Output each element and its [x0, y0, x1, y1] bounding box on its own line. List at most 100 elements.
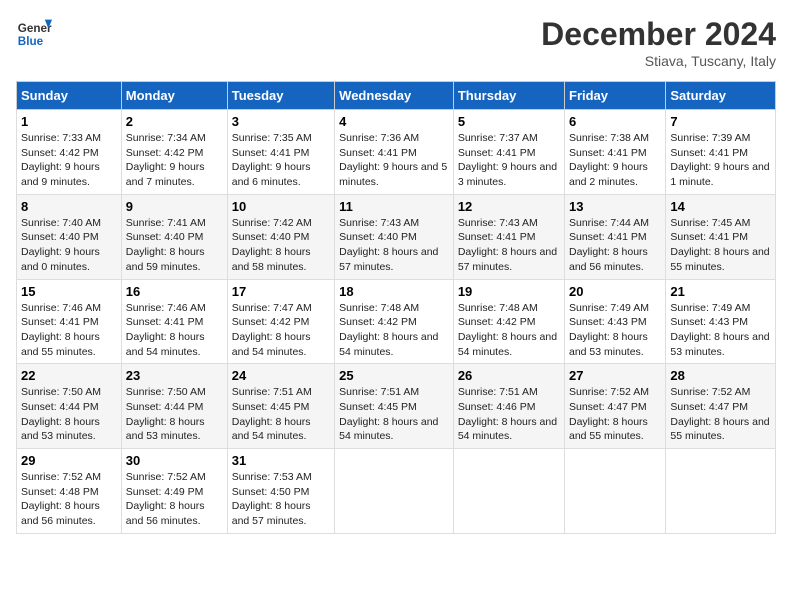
day-cell: 4 Sunrise: 7:36 AMSunset: 4:41 PMDaylight… — [335, 110, 454, 195]
day-info: Sunrise: 7:50 AMSunset: 4:44 PMDaylight:… — [126, 385, 223, 444]
day-cell: 27 Sunrise: 7:52 AMSunset: 4:47 PMDayligh… — [565, 364, 666, 449]
day-cell: 9 Sunrise: 7:41 AMSunset: 4:40 PMDaylight… — [121, 194, 227, 279]
day-info: Sunrise: 7:52 AMSunset: 4:47 PMDaylight:… — [569, 385, 661, 444]
day-info: Sunrise: 7:43 AMSunset: 4:41 PMDaylight:… — [458, 216, 560, 275]
day-info: Sunrise: 7:44 AMSunset: 4:41 PMDaylight:… — [569, 216, 661, 275]
day-info: Sunrise: 7:46 AMSunset: 4:41 PMDaylight:… — [21, 301, 117, 360]
day-cell — [666, 449, 776, 534]
day-cell: 30 Sunrise: 7:52 AMSunset: 4:49 PMDayligh… — [121, 449, 227, 534]
day-cell: 19Sunrise: 7:48 AMSunset: 4:42 PMDayligh… — [453, 279, 564, 364]
day-number: 12 — [458, 199, 560, 214]
day-number: 11 — [339, 199, 449, 214]
day-info: Sunrise: 7:36 AMSunset: 4:41 PMDaylight:… — [339, 131, 449, 190]
day-cell: 8 Sunrise: 7:40 AMSunset: 4:40 PMDaylight… — [17, 194, 122, 279]
week-row-4: 22 Sunrise: 7:50 AMSunset: 4:44 PMDayligh… — [17, 364, 776, 449]
day-info: Sunrise: 7:52 AMSunset: 4:49 PMDaylight:… — [126, 470, 223, 529]
day-info: Sunrise: 7:34 AMSunset: 4:42 PMDaylight:… — [126, 131, 223, 190]
day-cell: 18 Sunrise: 7:48 AMSunset: 4:42 PMDayligh… — [335, 279, 454, 364]
day-number: 10 — [232, 199, 330, 214]
day-number: 8 — [21, 199, 117, 214]
header-cell-wednesday: Wednesday — [335, 82, 454, 110]
day-cell: 13 Sunrise: 7:44 AMSunset: 4:41 PMDayligh… — [565, 194, 666, 279]
day-info: Sunrise: 7:38 AMSunset: 4:41 PMDaylight:… — [569, 131, 661, 190]
day-number: 4 — [339, 114, 449, 129]
day-cell: 26Sunrise: 7:51 AMSunset: 4:46 PMDayligh… — [453, 364, 564, 449]
day-info: Sunrise: 7:39 AMSunset: 4:41 PMDaylight:… — [670, 131, 771, 190]
header: General Blue December 2024 Stiava, Tusca… — [16, 16, 776, 69]
day-number: 6 — [569, 114, 661, 129]
day-info: Sunrise: 7:43 AMSunset: 4:40 PMDaylight:… — [339, 216, 449, 275]
day-cell: 2Sunrise: 7:34 AMSunset: 4:42 PMDaylight… — [121, 110, 227, 195]
svg-text:Blue: Blue — [18, 35, 44, 48]
day-number: 7 — [670, 114, 771, 129]
day-number: 5 — [458, 114, 560, 129]
day-cell: 3 Sunrise: 7:35 AMSunset: 4:41 PMDaylight… — [227, 110, 334, 195]
day-info: Sunrise: 7:42 AMSunset: 4:40 PMDaylight:… — [232, 216, 330, 275]
day-number: 29 — [21, 453, 117, 468]
day-number: 13 — [569, 199, 661, 214]
day-cell: 10 Sunrise: 7:42 AMSunset: 4:40 PMDayligh… — [227, 194, 334, 279]
day-cell: 28Sunrise: 7:52 AMSunset: 4:47 PMDayligh… — [666, 364, 776, 449]
day-info: Sunrise: 7:53 AMSunset: 4:50 PMDaylight:… — [232, 470, 330, 529]
header-cell-thursday: Thursday — [453, 82, 564, 110]
day-number: 9 — [126, 199, 223, 214]
day-info: Sunrise: 7:52 AMSunset: 4:47 PMDaylight:… — [670, 385, 771, 444]
calendar-table: SundayMondayTuesdayWednesdayThursdayFrid… — [16, 81, 776, 534]
day-number: 27 — [569, 368, 661, 383]
day-cell: 1 Sunrise: 7:33 AMSunset: 4:42 PMDaylight… — [17, 110, 122, 195]
day-number: 20 — [569, 284, 661, 299]
title-area: December 2024 Stiava, Tuscany, Italy — [541, 16, 776, 69]
day-info: Sunrise: 7:41 AMSunset: 4:40 PMDaylight:… — [126, 216, 223, 275]
week-row-3: 15 Sunrise: 7:46 AMSunset: 4:41 PMDayligh… — [17, 279, 776, 364]
day-cell: 11 Sunrise: 7:43 AMSunset: 4:40 PMDayligh… — [335, 194, 454, 279]
day-info: Sunrise: 7:47 AMSunset: 4:42 PMDaylight:… — [232, 301, 330, 360]
day-number: 21 — [670, 284, 771, 299]
day-cell: 7 Sunrise: 7:39 AMSunset: 4:41 PMDaylight… — [666, 110, 776, 195]
day-cell: 22Sunrise: 7:50 AMSunset: 4:44 PMDayligh… — [17, 364, 122, 449]
day-cell: 31Sunrise: 7:53 AMSunset: 4:50 PMDayligh… — [227, 449, 334, 534]
day-info: Sunrise: 7:49 AMSunset: 4:43 PMDaylight:… — [670, 301, 771, 360]
day-info: Sunrise: 7:51 AMSunset: 4:45 PMDaylight:… — [339, 385, 449, 444]
day-cell: 14Sunrise: 7:45 AMSunset: 4:41 PMDayligh… — [666, 194, 776, 279]
subtitle: Stiava, Tuscany, Italy — [541, 53, 776, 69]
day-info: Sunrise: 7:35 AMSunset: 4:41 PMDaylight:… — [232, 131, 330, 190]
day-cell: 12 Sunrise: 7:43 AMSunset: 4:41 PMDayligh… — [453, 194, 564, 279]
day-number: 30 — [126, 453, 223, 468]
day-cell: 15 Sunrise: 7:46 AMSunset: 4:41 PMDayligh… — [17, 279, 122, 364]
day-info: Sunrise: 7:46 AMSunset: 4:41 PMDaylight:… — [126, 301, 223, 360]
day-cell: 6 Sunrise: 7:38 AMSunset: 4:41 PMDaylight… — [565, 110, 666, 195]
day-info: Sunrise: 7:45 AMSunset: 4:41 PMDaylight:… — [670, 216, 771, 275]
day-cell: 5Sunrise: 7:37 AMSunset: 4:41 PMDaylight… — [453, 110, 564, 195]
day-cell: 20 Sunrise: 7:49 AMSunset: 4:43 PMDayligh… — [565, 279, 666, 364]
logo: General Blue — [16, 16, 52, 52]
day-cell: 23 Sunrise: 7:50 AMSunset: 4:44 PMDayligh… — [121, 364, 227, 449]
day-cell: 16 Sunrise: 7:46 AMSunset: 4:41 PMDayligh… — [121, 279, 227, 364]
day-number: 3 — [232, 114, 330, 129]
day-number: 23 — [126, 368, 223, 383]
day-info: Sunrise: 7:49 AMSunset: 4:43 PMDaylight:… — [569, 301, 661, 360]
day-number: 15 — [21, 284, 117, 299]
day-cell — [565, 449, 666, 534]
day-info: Sunrise: 7:51 AMSunset: 4:46 PMDaylight:… — [458, 385, 560, 444]
day-info: Sunrise: 7:48 AMSunset: 4:42 PMDaylight:… — [339, 301, 449, 360]
week-row-1: 1 Sunrise: 7:33 AMSunset: 4:42 PMDaylight… — [17, 110, 776, 195]
day-number: 1 — [21, 114, 117, 129]
logo-icon: General Blue — [16, 16, 52, 52]
day-number: 22 — [21, 368, 117, 383]
header-cell-tuesday: Tuesday — [227, 82, 334, 110]
day-number: 18 — [339, 284, 449, 299]
day-info: Sunrise: 7:40 AMSunset: 4:40 PMDaylight:… — [21, 216, 117, 275]
day-number: 25 — [339, 368, 449, 383]
day-number: 24 — [232, 368, 330, 383]
month-title: December 2024 — [541, 16, 776, 53]
day-info: Sunrise: 7:33 AMSunset: 4:42 PMDaylight:… — [21, 131, 117, 190]
day-number: 19 — [458, 284, 560, 299]
day-cell — [453, 449, 564, 534]
day-cell: 17 Sunrise: 7:47 AMSunset: 4:42 PMDayligh… — [227, 279, 334, 364]
header-cell-sunday: Sunday — [17, 82, 122, 110]
header-cell-saturday: Saturday — [666, 82, 776, 110]
day-number: 17 — [232, 284, 330, 299]
day-number: 16 — [126, 284, 223, 299]
day-cell: 29Sunrise: 7:52 AMSunset: 4:48 PMDayligh… — [17, 449, 122, 534]
day-cell: 24Sunrise: 7:51 AMSunset: 4:45 PMDayligh… — [227, 364, 334, 449]
